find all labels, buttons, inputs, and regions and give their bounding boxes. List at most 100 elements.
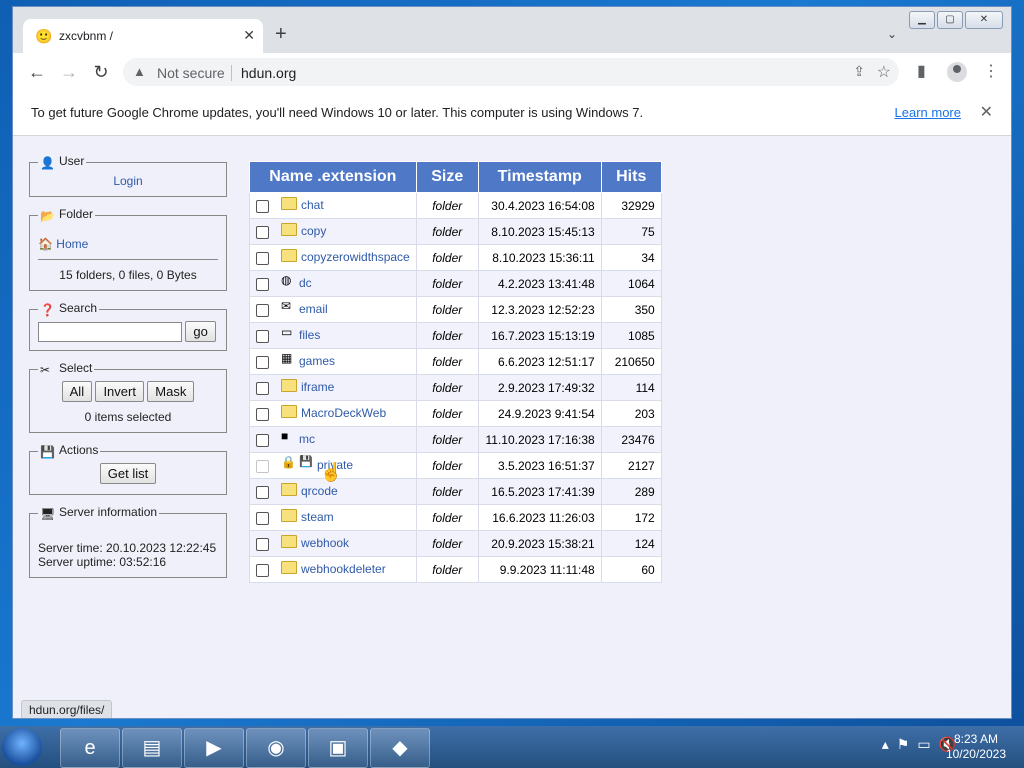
minecraft-icon: ■ [281, 429, 289, 444]
folder-link[interactable]: iframe [301, 380, 334, 394]
internet-explorer-icon[interactable]: e [60, 728, 120, 768]
reload-icon[interactable]: ↻ [89, 61, 113, 83]
bookmark-star-icon[interactable]: ☆ [877, 62, 891, 82]
close-infobar-icon[interactable]: ✕ [980, 102, 993, 122]
row-checkbox[interactable] [256, 329, 269, 343]
actions-box: 💾 Actions Get list [29, 443, 227, 495]
discord-icon: ◍ [281, 273, 292, 288]
folder-link[interactable]: webhook [301, 536, 349, 550]
row-checkbox[interactable] [256, 407, 269, 421]
select-all-button[interactable]: All [61, 381, 93, 402]
new-tab-button[interactable]: + [275, 24, 287, 44]
row-checkbox[interactable] [256, 199, 269, 213]
name-cell: chat [249, 192, 417, 219]
file-explorer-icon[interactable]: ▤ [122, 728, 182, 768]
row-checkbox[interactable] [256, 303, 269, 317]
folder-link[interactable]: MacroDeckWeb [301, 406, 386, 420]
table-row: ▭ files folder 16.7.2023 15:13:19 1085 [249, 322, 662, 349]
address-bar[interactable]: ▲ Not secure hdun.org ⇪ ☆ [123, 58, 899, 86]
back-icon[interactable]: ← [25, 61, 49, 83]
size-cell: folder [415, 400, 479, 427]
folder-link[interactable]: copyzerowidthspace [301, 250, 410, 264]
row-checkbox[interactable] [256, 381, 269, 395]
invert-button[interactable]: Invert [95, 381, 144, 402]
folder-link[interactable]: qrcode [301, 484, 338, 498]
login-link[interactable]: Login [113, 174, 142, 188]
folder-link[interactable]: dc [299, 276, 312, 290]
folder-link[interactable]: copy [301, 224, 326, 238]
timestamp-cell: 16.6.2023 11:26:03 [477, 504, 602, 531]
help-icon: ❓ [40, 303, 55, 317]
terminal-icon[interactable]: ▣ [308, 728, 368, 768]
share-icon[interactable]: ⇪ [853, 63, 865, 80]
side-panel-icon[interactable]: ▮ [917, 61, 926, 81]
actions-legend: Actions [59, 443, 99, 457]
folder-icon [281, 197, 297, 211]
column-header-name[interactable]: Name .extension [249, 161, 417, 193]
folder-link[interactable]: mc [299, 432, 315, 446]
minimize-button[interactable]: ▁ [909, 11, 935, 29]
row-checkbox[interactable] [256, 485, 269, 499]
chrome-icon[interactable]: ◉ [246, 728, 306, 768]
folder-link[interactable]: steam [301, 510, 334, 524]
folder-link[interactable]: chat [301, 198, 324, 212]
media-player-icon[interactable]: ▶ [184, 728, 244, 768]
folder-icon [281, 509, 297, 523]
row-checkbox[interactable] [256, 537, 269, 551]
folder-link[interactable]: email [299, 302, 328, 316]
timestamp-cell: 11.10.2023 17:16:38 [477, 426, 602, 453]
row-checkbox[interactable] [256, 277, 269, 291]
learn-more-link[interactable]: Learn more [895, 105, 961, 120]
home-link[interactable]: Home [56, 237, 88, 251]
name-cell: webhookdeleter [249, 556, 417, 583]
row-checkbox[interactable] [256, 251, 269, 265]
get-list-button[interactable]: Get list [99, 463, 157, 484]
forward-icon[interactable]: → [57, 61, 81, 83]
close-tab-icon[interactable]: ✕ [243, 27, 255, 44]
profile-avatar[interactable] [947, 62, 967, 82]
size-cell: folder [415, 192, 479, 219]
folder-box: 📂 Folder 🏠 Home 15 folders, 0 files, 0 By… [29, 207, 227, 291]
row-checkbox[interactable] [256, 355, 269, 369]
row-checkbox[interactable] [256, 433, 269, 447]
clock[interactable]: 8:23 AM 10/20/2023 [946, 732, 1006, 762]
close-window-button[interactable]: ✕ [965, 11, 1003, 29]
hits-cell: 75 [600, 218, 662, 245]
row-checkbox[interactable] [256, 225, 269, 239]
search-legend: Search [59, 301, 98, 315]
folder-link[interactable]: webhookdeleter [301, 562, 386, 576]
tab-title: zxcvbnm / [59, 29, 114, 43]
start-button[interactable] [2, 728, 42, 766]
mask-button[interactable]: Mask [147, 381, 195, 402]
folder-link[interactable]: games [299, 354, 335, 368]
maximize-button[interactable]: ▢ [937, 11, 963, 29]
go-button[interactable]: go [185, 321, 216, 342]
user-legend: User [59, 154, 85, 168]
tab-search-icon[interactable]: ⌄ [887, 27, 897, 41]
column-header-timestamp[interactable]: Timestamp [477, 161, 602, 193]
clock-date: 10/20/2023 [945, 747, 1006, 761]
row-checkbox[interactable] [256, 511, 269, 525]
table-row: copy folder 8.10.2023 15:45:13 75 [249, 218, 662, 245]
column-header-size[interactable]: Size [415, 161, 479, 193]
folder-link[interactable]: files [299, 328, 320, 342]
menu-kebab-icon[interactable]: ⋮ [983, 61, 999, 81]
search-input[interactable] [38, 321, 182, 342]
cube-app-icon[interactable]: ◆ [370, 728, 430, 768]
size-cell: folder [415, 452, 479, 479]
hits-cell: 1085 [600, 322, 662, 349]
row-checkbox[interactable] [256, 563, 269, 577]
hits-cell: 34 [600, 244, 662, 271]
timestamp-cell: 8.10.2023 15:45:13 [477, 218, 602, 245]
folder-icon [281, 535, 297, 549]
url-text[interactable]: hdun.org [241, 65, 296, 81]
size-cell: folder [415, 374, 479, 401]
row-checkbox[interactable] [256, 459, 269, 473]
hits-cell: 172 [600, 504, 662, 531]
browser-tab[interactable]: 🙂 zxcvbnm / ✕ [23, 19, 263, 53]
warning-icon: ▲ [133, 64, 146, 79]
hits-cell: 60 [600, 556, 662, 583]
name-cell: copy [249, 218, 417, 245]
column-header-hits[interactable]: Hits [600, 161, 662, 193]
timestamp-cell: 16.7.2023 15:13:19 [477, 322, 602, 349]
